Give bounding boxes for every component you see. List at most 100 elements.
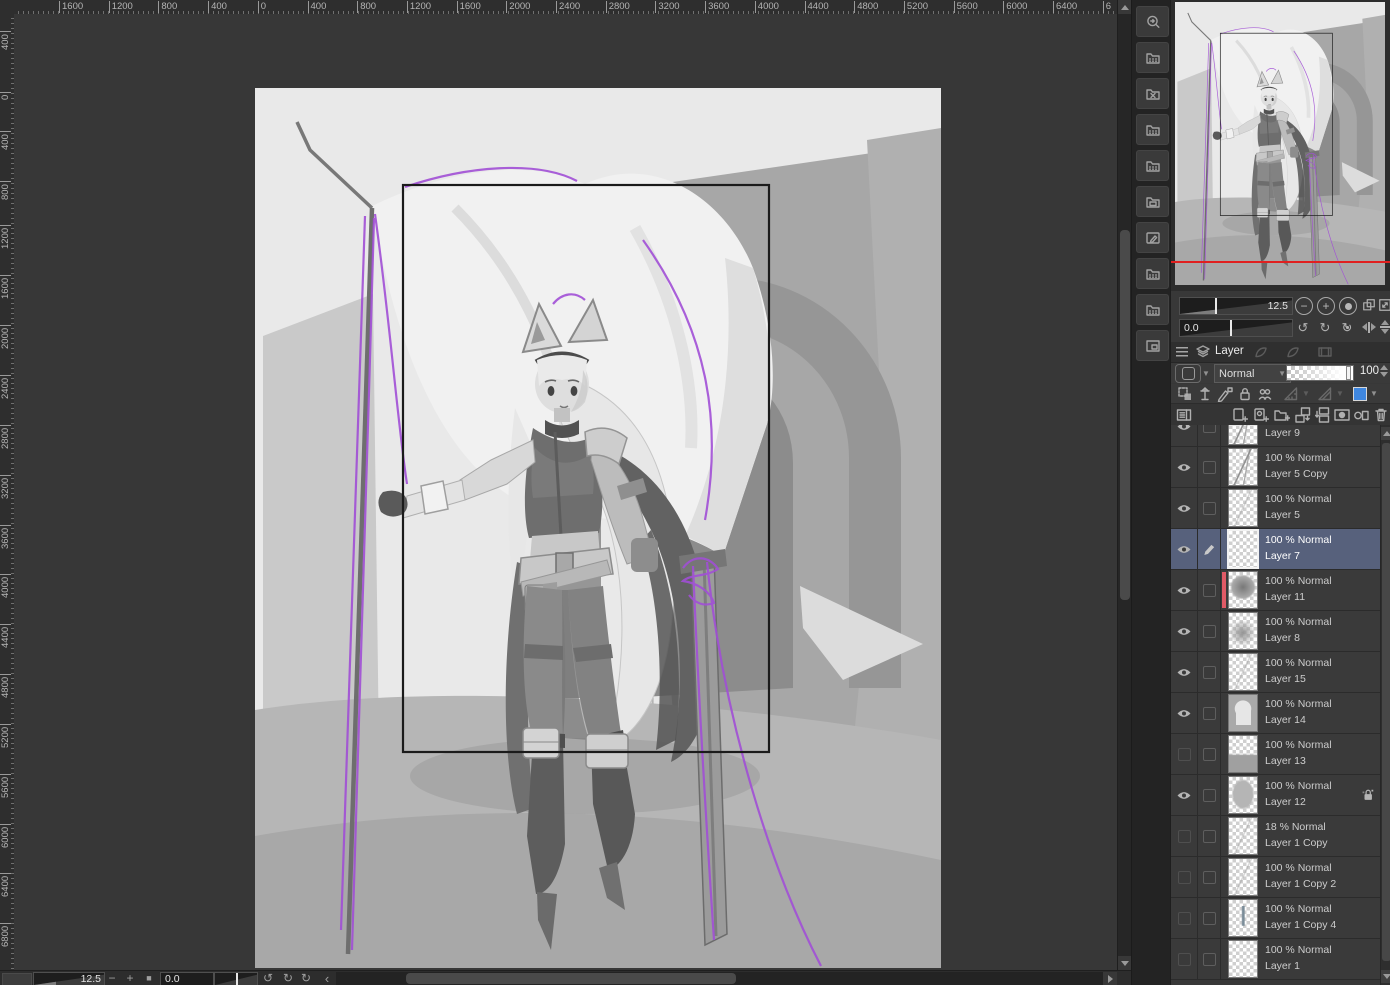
rotate-ccw-button[interactable]: ↺ [260, 972, 276, 985]
spinner-down-icon[interactable] [1380, 372, 1388, 377]
layer-checkbox[interactable] [1203, 830, 1216, 843]
spinner-up-icon[interactable] [1380, 365, 1388, 370]
layer-visibility-cell[interactable] [1171, 611, 1198, 651]
scroll-down-button[interactable] [1118, 956, 1132, 970]
layer-row[interactable]: 100 % NormalLayer 11 [1171, 570, 1380, 611]
clip-to-layer-button[interactable] [1177, 385, 1193, 402]
layer-checkbox[interactable] [1203, 912, 1216, 925]
eye-visible-icon[interactable] [1176, 667, 1192, 678]
eye-hidden-toggle[interactable] [1178, 748, 1191, 761]
status-left-button[interactable] [2, 973, 32, 985]
layer-thumbnail[interactable] [1228, 899, 1258, 937]
dock-material-folder-button[interactable] [1136, 294, 1169, 325]
new-vector-layer-button[interactable] [1252, 406, 1269, 423]
opacity-slider-handle[interactable] [1346, 366, 1351, 380]
layer-text[interactable]: 100 % NormalLayer 7 [1259, 529, 1356, 569]
navigator-rotation-slider[interactable]: 0.0 [1179, 319, 1293, 337]
eye-visible-icon[interactable] [1176, 708, 1192, 719]
layer-text[interactable]: 100 % NormalLayer 1 [1259, 939, 1356, 979]
navigator-zoom-reset-button[interactable] [1339, 297, 1357, 315]
layer-thumbnail[interactable] [1227, 529, 1259, 569]
layer-checkbox[interactable] [1203, 789, 1216, 802]
layer-thumbnail[interactable] [1228, 653, 1258, 691]
dock-material-folder-button[interactable] [1136, 42, 1169, 73]
layer-thumbnail-cell[interactable] [1221, 816, 1259, 856]
layer-row[interactable]: 100 % NormalLayer 15 [1171, 652, 1380, 693]
navigator-panel[interactable] [1171, 0, 1390, 291]
opacity-spinner[interactable] [1380, 365, 1388, 377]
opacity-slider[interactable] [1286, 365, 1354, 381]
eye-hidden-toggle[interactable] [1178, 871, 1191, 884]
layer-thumbnail[interactable] [1228, 858, 1258, 896]
layer-thumbnail[interactable] [1228, 489, 1258, 527]
layer-thumbnail[interactable] [1228, 776, 1258, 814]
eye-visible-icon[interactable] [1176, 425, 1192, 432]
transfer-to-lower-button[interactable] [1294, 406, 1311, 423]
layer-check-cell[interactable] [1198, 857, 1221, 897]
layer-check-cell[interactable] [1198, 611, 1221, 651]
status-zoom-slider[interactable]: 12.5 [33, 972, 105, 985]
canvas-horizontal-scrollbar[interactable] [336, 972, 1103, 985]
layer-row[interactable]: 100 % NormalLayer 1 Copy 2 [1171, 857, 1380, 898]
layer-checkbox[interactable] [1203, 461, 1216, 474]
layer-thumbnail-cell[interactable] [1221, 611, 1259, 651]
layer-text[interactable]: 100 % NormalLayer 12 [1259, 775, 1356, 815]
layer-row[interactable]: 100 % NormalLayer 1 [1171, 939, 1380, 980]
actual-size-button[interactable] [1361, 297, 1377, 313]
tab-palette-2-icon[interactable] [1253, 344, 1269, 360]
layer-visibility-cell[interactable] [1171, 775, 1198, 815]
layer-text[interactable]: 100 % NormalLayer 5 [1259, 488, 1356, 528]
layer-thumbnail-cell[interactable] [1221, 652, 1259, 692]
navigator-zoom-slider[interactable]: 12.5 [1179, 297, 1293, 315]
create-layer-mask-button[interactable] [1333, 406, 1350, 423]
layer-visibility-cell[interactable] [1171, 816, 1198, 856]
layer-thumbnail[interactable] [1228, 694, 1258, 732]
layer-text[interactable]: 100 % NormalLayer 1 Copy 4 [1259, 898, 1356, 938]
layer-text[interactable]: 100 % NormalLayer 1 Copy 2 [1259, 857, 1356, 897]
layer-row[interactable]: 18 % NormalLayer 1 Copy [1171, 816, 1380, 857]
layer-check-cell[interactable] [1198, 816, 1221, 856]
layer-check-cell[interactable] [1198, 652, 1221, 692]
dock-quick-access-button[interactable] [1136, 6, 1169, 37]
layer-visibility-cell[interactable] [1171, 488, 1198, 528]
collapse-controls-button[interactable]: ‹ [321, 972, 333, 985]
palette-color-button[interactable] [1175, 364, 1201, 383]
layer-visibility-cell[interactable] [1171, 447, 1198, 487]
layer-visibility-cell[interactable] [1171, 425, 1198, 446]
layer-text[interactable]: 100 % NormalLayer 5 Copy [1259, 447, 1356, 487]
zoom-in-button[interactable]: + [123, 972, 137, 985]
layer-visibility-cell[interactable] [1171, 734, 1198, 774]
eye-hidden-toggle[interactable] [1178, 830, 1191, 843]
dock-material-folder-button[interactable] [1136, 258, 1169, 289]
layer-row[interactable]: 100 % NormalLayer 13 [1171, 734, 1380, 775]
layer-visibility-cell[interactable] [1171, 857, 1198, 897]
eye-hidden-toggle[interactable] [1178, 953, 1191, 966]
new-layer-folder-button[interactable] [1273, 406, 1290, 423]
layer-row[interactable]: 100 % NormalLayer 5 [1171, 488, 1380, 529]
navigator-thumbnail[interactable] [1175, 2, 1385, 285]
layer-row[interactable]: 100 % NormalLayer 9 [1171, 425, 1380, 447]
lock-layer-button[interactable] [1217, 385, 1233, 402]
layer-thumbnail[interactable] [1228, 571, 1258, 609]
layer-visibility-cell[interactable] [1171, 693, 1198, 733]
eye-visible-icon[interactable] [1176, 503, 1192, 514]
layer-thumbnail-cell[interactable] [1221, 734, 1259, 774]
dock-material-folder-button[interactable] [1136, 114, 1169, 145]
layer-thumbnail[interactable] [1228, 425, 1258, 445]
tab-palette-4-icon[interactable] [1317, 344, 1333, 360]
layer-scroll-down-button[interactable] [1381, 970, 1390, 983]
layer-checkbox[interactable] [1203, 707, 1216, 720]
scroll-up-button[interactable] [1118, 0, 1132, 14]
layer-visibility-cell[interactable] [1171, 652, 1198, 692]
canvas-vertical-scrollbar[interactable] [1117, 0, 1132, 970]
delete-layer-button[interactable] [1372, 406, 1389, 423]
new-raster-layer-button[interactable] [1231, 406, 1248, 423]
eye-visible-icon[interactable] [1176, 462, 1192, 473]
layer-thumbnail-cell[interactable] [1221, 425, 1259, 446]
layer-thumbnail[interactable] [1228, 448, 1258, 486]
rotate-cw-button[interactable]: ↻ [280, 972, 296, 985]
layer-row[interactable]: 100 % NormalLayer 1 Copy 4 [1171, 898, 1380, 939]
layer-check-cell[interactable] [1198, 425, 1221, 446]
layer-scroll-up-button[interactable] [1381, 427, 1390, 440]
layer-visibility-cell[interactable] [1171, 570, 1198, 610]
